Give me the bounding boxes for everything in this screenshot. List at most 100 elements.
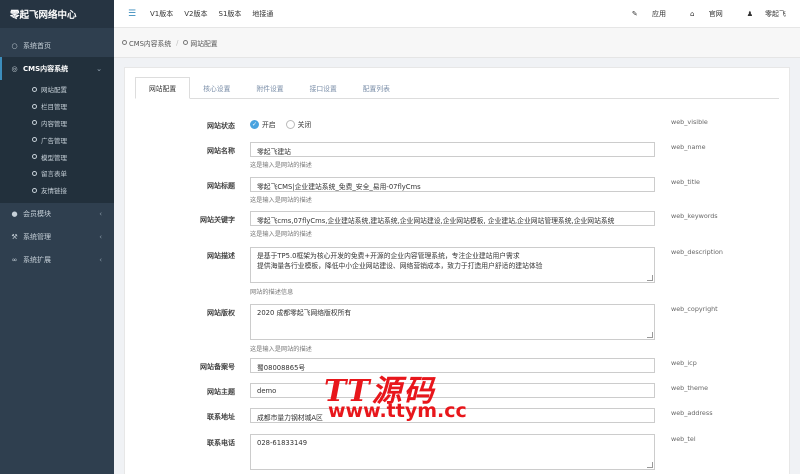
title-input[interactable]: 零起飞CMS|企业建站系统_免费_安全_易用-07flyCms xyxy=(250,177,655,192)
title-key: web_title xyxy=(671,178,700,186)
sidebar-item-cms[interactable]: ◎ CMS内容系统 ⌄ xyxy=(0,57,114,80)
circle-icon xyxy=(32,187,37,193)
resize-handle-icon[interactable] xyxy=(647,462,653,468)
wrench-icon: ⚒ xyxy=(11,233,18,242)
tab-config-list[interactable]: 配置列表 xyxy=(350,77,403,99)
breadcrumb: CMS内容系统 / 网站配置 xyxy=(114,28,800,58)
copyright-label: 网站版权 xyxy=(207,309,235,317)
copyright-hint: 这是输入是网站的描述 xyxy=(250,346,312,353)
status-off-label: 关闭 xyxy=(297,121,312,129)
users-icon: ● xyxy=(11,210,18,219)
resize-handle-icon[interactable] xyxy=(647,332,653,338)
sub-item-label: 模型管理 xyxy=(41,153,67,162)
status-key: web_visible xyxy=(671,118,708,126)
sub-item-links[interactable]: 友情链接 xyxy=(0,182,114,199)
description-line-1: 是基于TP5.0框架为核心开发的免费+开源的企业内容管理系统，专注企业建站用户需… xyxy=(257,252,520,260)
status-off-option[interactable]: 关闭 xyxy=(285,119,312,129)
tab-attachment-settings[interactable]: 附件设置 xyxy=(243,77,296,99)
description-line-2: 提供海量各行业模板，降低中小企业网站建设、网络营销成本，致力于打造用户舒适的建站… xyxy=(257,262,543,270)
status-radio-group: ✓ 开启 关闭 xyxy=(250,119,321,129)
sub-item-label: 留言表单 xyxy=(41,170,67,179)
status-on-option[interactable]: ✓ 开启 xyxy=(250,119,276,129)
copyright-value: 2020 成都零起飞网络版权所有 xyxy=(257,309,352,317)
sidebar-item-label: 系统管理 xyxy=(23,233,51,242)
circle-icon xyxy=(32,137,37,143)
keywords-hint: 这是输入是网站的描述 xyxy=(250,231,312,238)
chevron-down-icon: ⌄ xyxy=(96,64,102,73)
sidebar-item-label: 系统扩展 xyxy=(23,256,51,265)
theme-label: 网站主题 xyxy=(207,388,235,396)
sub-item-forms[interactable]: 留言表单 xyxy=(0,165,114,182)
official-site-link[interactable]: ⌂ 官网 xyxy=(678,9,723,19)
tel-value: 028-61833149 xyxy=(257,439,308,447)
user-menu[interactable]: ♟ 零起飞 xyxy=(735,9,786,19)
description-hint: 网站的描述信息 xyxy=(250,289,294,296)
circle-icon xyxy=(122,40,127,45)
name-input[interactable]: 零起飞建站 xyxy=(250,142,655,157)
circle-icon xyxy=(32,86,37,92)
check-icon: ✓ xyxy=(250,119,259,129)
tel-textarea[interactable]: 028-61833149 xyxy=(250,434,655,470)
sidebar-item-members[interactable]: ● 会员模块 ‹ xyxy=(0,203,114,226)
sidebar-item-extensions[interactable]: ∞ 系统扩展 ‹ xyxy=(0,249,114,272)
breadcrumb-label: CMS内容系统 xyxy=(129,39,172,48)
status-on-label: 开启 xyxy=(262,121,276,129)
sub-item-label: 内容管理 xyxy=(41,119,67,128)
tab-api-settings[interactable]: 接口设置 xyxy=(297,77,350,99)
top-right-actions: ✎ 应用 ⌂ 官网 ♟ 零起飞 xyxy=(608,0,786,28)
cms-submenu: 网站配置 栏目管理 内容管理 广告管理 模型管理 留言表单 友情链接 xyxy=(0,80,114,203)
circle-icon xyxy=(32,103,37,109)
watermark: TT源码 www.ttym.cc xyxy=(318,366,488,426)
apps-link[interactable]: ✎ 应用 xyxy=(620,9,666,19)
sidebar-item-label: CMS内容系统 xyxy=(23,64,69,73)
sidebar-item-system[interactable]: ⚒ 系统管理 ‹ xyxy=(0,226,114,249)
circle-icon xyxy=(183,40,189,45)
keywords-label: 网站关键字 xyxy=(200,216,235,224)
sub-item-models[interactable]: 模型管理 xyxy=(0,148,114,165)
top-link-dijietong[interactable]: 地接通 xyxy=(252,9,273,19)
top-bar: ☰ V1版本 V2版本 S1版本 地接通 ✎ 应用 ⌂ 官网 ♟ 零起飞 xyxy=(114,0,800,28)
sub-item-label: 栏目管理 xyxy=(41,103,67,112)
breadcrumb-item[interactable]: 网站配置 xyxy=(183,38,218,48)
brand-title: 零起飞网络中心 xyxy=(0,0,114,28)
breadcrumb-item[interactable]: CMS内容系统 xyxy=(122,38,171,48)
tab-core-settings[interactable]: 核心设置 xyxy=(190,77,243,99)
circle-icon: ○ xyxy=(11,41,18,50)
user-name: 零起飞 xyxy=(765,10,786,18)
apps-label: 应用 xyxy=(652,10,667,18)
top-link-s1[interactable]: S1版本 xyxy=(219,9,242,19)
tel-key: web_tel xyxy=(671,435,696,443)
circle-icon xyxy=(32,154,37,160)
tel-label: 联系电话 xyxy=(207,439,235,447)
breadcrumb-separator: / xyxy=(176,38,179,47)
sub-item-label: 广告管理 xyxy=(41,136,67,145)
paperclip-icon: ∞ xyxy=(11,256,18,265)
tab-bar: 网站配置 核心设置 附件设置 接口设置 配置列表 xyxy=(135,77,779,99)
icp-label: 网站备案号 xyxy=(200,363,235,371)
breadcrumb-label: 网站配置 xyxy=(190,39,218,48)
keywords-input[interactable]: 零起飞cms,07flyCms,企业建站系统,建站系统,企业网站建设,企业网站模… xyxy=(250,211,655,226)
chevron-left-icon: ‹ xyxy=(99,210,102,219)
tab-site-config[interactable]: 网站配置 xyxy=(135,77,191,99)
top-link-v2[interactable]: V2版本 xyxy=(184,9,207,19)
description-label: 网站描述 xyxy=(207,252,235,260)
name-hint: 这是输入是网站的描述 xyxy=(250,162,312,169)
sub-item-label: 友情链接 xyxy=(41,187,67,196)
name-label: 网站名称 xyxy=(207,147,235,155)
menu-toggle-icon[interactable]: ☰ xyxy=(128,9,140,19)
top-link-v1[interactable]: V1版本 xyxy=(150,9,173,19)
sub-item-columns[interactable]: 栏目管理 xyxy=(0,98,114,115)
sidebar: 零起飞网络中心 ○ 系统首页 ◎ CMS内容系统 ⌄ 网站配置 栏目管理 内容管… xyxy=(0,0,114,474)
sidebar-item-home[interactable]: ○ 系统首页 xyxy=(0,34,114,57)
description-textarea[interactable]: 是基于TP5.0框架为核心开发的免费+开源的企业内容管理系统，专注企业建站用户需… xyxy=(250,247,655,283)
copyright-textarea[interactable]: 2020 成都零起飞网络版权所有 xyxy=(250,304,655,340)
circle-icon xyxy=(32,170,37,176)
chevron-left-icon: ‹ xyxy=(99,256,102,265)
address-key: web_address xyxy=(671,409,713,417)
sub-item-content[interactable]: 内容管理 xyxy=(0,115,114,132)
resize-handle-icon[interactable] xyxy=(647,275,653,281)
sidebar-item-label: 系统首页 xyxy=(23,41,51,50)
sub-item-ads[interactable]: 广告管理 xyxy=(0,131,114,148)
theme-key: web_theme xyxy=(671,384,709,392)
sub-item-site-config[interactable]: 网站配置 xyxy=(0,81,114,98)
